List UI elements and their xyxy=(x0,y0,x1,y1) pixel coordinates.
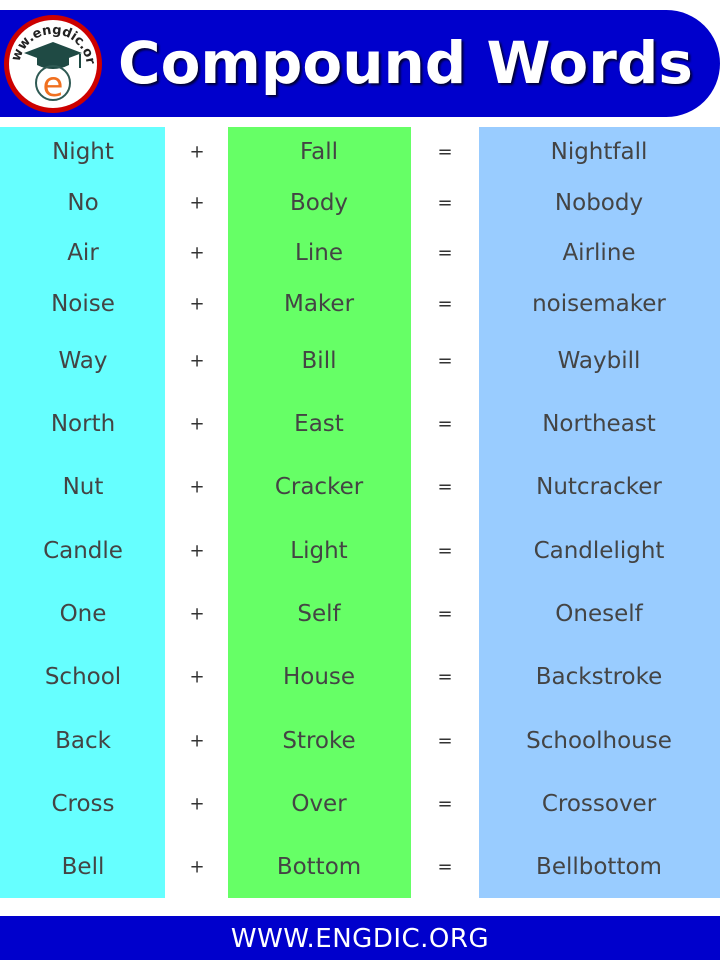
compound-word: Oneself xyxy=(555,601,643,627)
second-word: Self xyxy=(297,601,341,627)
plus-sign: + xyxy=(189,413,205,435)
second-word: Body xyxy=(289,190,349,216)
first-word: Air xyxy=(67,240,99,266)
plus-sign: + xyxy=(189,730,205,752)
equals-sign: = xyxy=(437,293,453,315)
first-word: No xyxy=(67,190,99,216)
second-word: House xyxy=(282,664,356,690)
compound-word: Nightfall xyxy=(550,139,648,165)
second-word: Line xyxy=(295,240,343,266)
footer-url: WWW.ENGDIC.ORG xyxy=(0,916,720,960)
compound-word: Nutcracker xyxy=(536,474,662,500)
second-word: Fall xyxy=(300,139,338,165)
second-word: Bottom xyxy=(276,854,362,880)
compound-word: Candlelight xyxy=(533,538,665,564)
equals-sign: = xyxy=(437,413,453,435)
plus-sign: + xyxy=(189,666,205,688)
plus-sign: + xyxy=(189,293,205,315)
equals-sign: = xyxy=(437,242,453,264)
first-word: One xyxy=(59,601,107,627)
equals-sign: = xyxy=(437,350,453,372)
second-word: Stroke xyxy=(282,728,356,754)
logo-letter: e xyxy=(43,65,64,105)
equals-sign: = xyxy=(437,141,453,163)
plus-sign: + xyxy=(189,603,205,625)
second-word: Over xyxy=(291,791,347,817)
equals-sign: = xyxy=(437,603,453,625)
engdic-logo: www.engdic.org e xyxy=(2,13,102,113)
first-word: Bell xyxy=(61,854,105,880)
compound-word: noisemaker xyxy=(532,291,666,317)
compound-word: Northeast xyxy=(542,411,656,437)
first-word: Noise xyxy=(51,291,115,317)
first-word: Night xyxy=(52,139,114,165)
second-word: Cracker xyxy=(274,474,364,500)
first-word: Nut xyxy=(62,474,104,500)
first-word: Way xyxy=(58,348,108,374)
first-word: School xyxy=(44,664,122,690)
first-word: North xyxy=(50,411,116,437)
second-word: Bill xyxy=(301,348,337,374)
compound-word: Crossover xyxy=(541,791,657,817)
equals-sign: = xyxy=(437,192,453,214)
compound-word: Schoolhouse xyxy=(526,728,672,754)
compound-word: Backstroke xyxy=(535,664,663,690)
plus-sign: + xyxy=(189,192,205,214)
first-word: Cross xyxy=(51,791,115,817)
equals-sign: = xyxy=(437,540,453,562)
equals-sign: = xyxy=(437,476,453,498)
second-word: Light xyxy=(290,538,348,564)
page-title: Compound Words xyxy=(118,29,693,97)
plus-sign: + xyxy=(189,141,205,163)
plus-sign: + xyxy=(189,856,205,878)
plus-sign: + xyxy=(189,793,205,815)
plus-sign: + xyxy=(189,242,205,264)
first-word: Back xyxy=(55,728,111,754)
plus-sign: + xyxy=(189,350,205,372)
equals-sign: = xyxy=(437,666,453,688)
second-word: Maker xyxy=(283,291,355,317)
compound-word: Waybill xyxy=(557,348,641,374)
compound-word: Airline xyxy=(562,240,636,266)
equals-sign: = xyxy=(437,793,453,815)
second-word: East xyxy=(294,411,344,437)
first-word: Candle xyxy=(43,538,123,564)
compound-word: Nobody xyxy=(554,190,644,216)
equals-sign: = xyxy=(437,730,453,752)
plus-sign: + xyxy=(189,476,205,498)
plus-sign: + xyxy=(189,540,205,562)
compound-word: Bellbottom xyxy=(536,854,662,880)
equals-sign: = xyxy=(437,856,453,878)
